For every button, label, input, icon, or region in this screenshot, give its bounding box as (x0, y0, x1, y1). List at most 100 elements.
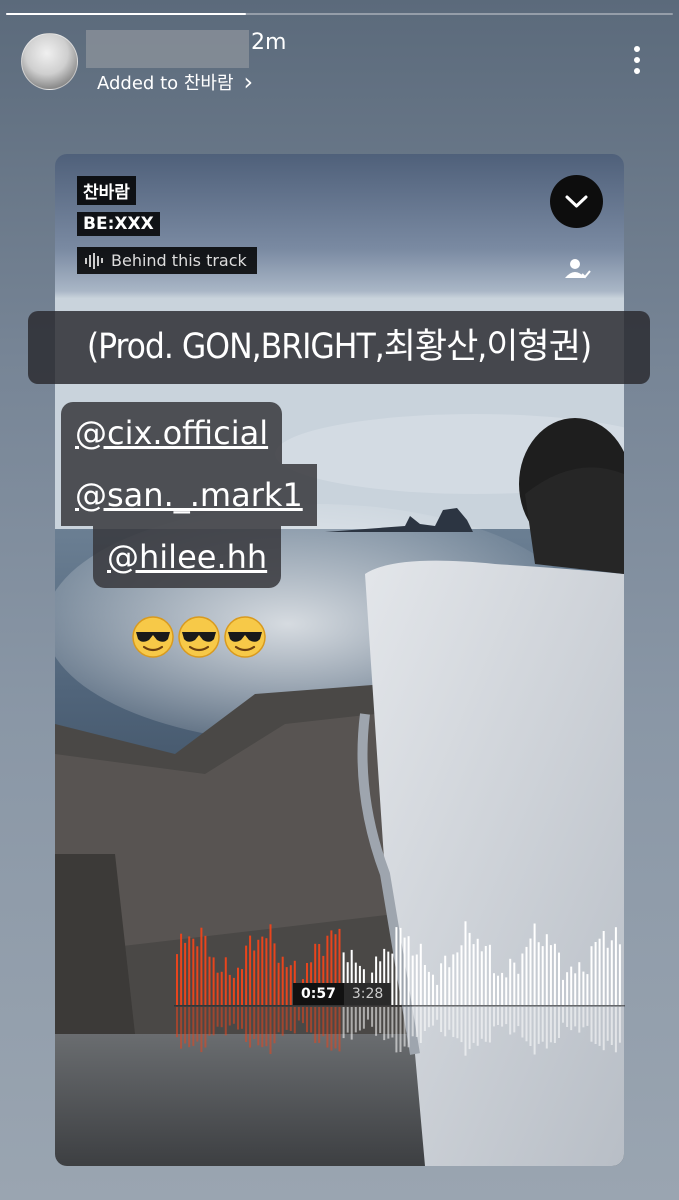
waveform-bar (456, 952, 459, 1005)
waveform-reflection-bar (529, 1007, 532, 1046)
more-options-icon[interactable] (633, 46, 641, 76)
waveform-bar (606, 947, 609, 1005)
waveform-bar (549, 945, 552, 1005)
waveform-reflection-bar (541, 1007, 544, 1042)
waveform-reflection-bar (281, 1007, 284, 1036)
behind-this-track-button[interactable]: Behind this track (77, 247, 257, 274)
person-check-icon[interactable] (565, 256, 591, 282)
waveform-reflection-bar (448, 1007, 451, 1030)
waveform-reflection-bar (346, 1007, 349, 1033)
waveform-reflection-bar (310, 1007, 313, 1033)
waveform-reflection-bar (456, 1007, 459, 1039)
waveform-reflection-bar (289, 1007, 292, 1031)
mention-tag-cix[interactable]: @cix.official (61, 402, 283, 464)
story-progress-fill (6, 13, 247, 15)
waveform-bar (614, 927, 617, 1005)
waveform-reflection-bar (285, 1007, 288, 1030)
emoji-sticker-row[interactable] (131, 615, 267, 659)
waveform-bar (415, 954, 418, 1005)
waveform-bar (432, 974, 434, 1005)
waveform-bar (497, 975, 499, 1005)
audio-wave-icon (85, 252, 103, 269)
waveform-reflection-bar (253, 1007, 256, 1040)
waveform-reflection-bar (334, 1007, 337, 1049)
waveform-bar (200, 927, 203, 1005)
waveform-reflection-bar (452, 1007, 455, 1037)
collapse-button[interactable] (550, 175, 603, 228)
waveform-reflection-bar (371, 1007, 374, 1027)
waveform-bar (509, 958, 512, 1005)
waveform-bar (232, 977, 235, 1005)
waveform-reflection-bar (419, 1007, 422, 1043)
waveform-bar (578, 962, 581, 1005)
waveform-reflection-bar (493, 1007, 495, 1027)
waveform-reflection-bar (314, 1007, 317, 1043)
waveform-bar (269, 924, 272, 1005)
waveform-bar (525, 946, 528, 1005)
waveform-reflection-bar (574, 1007, 577, 1027)
waveform-reflection-bar (383, 1007, 386, 1041)
waveform-reflection-bar (387, 1007, 390, 1039)
mention-tag-san[interactable]: @san._.mark1 (61, 464, 317, 526)
waveform-reflection-bar (407, 1007, 410, 1048)
waveform-reflection-bar (509, 1007, 512, 1035)
waveform-bar (257, 939, 260, 1005)
waveform-bar (419, 943, 422, 1005)
total-time: 3:28 (343, 983, 392, 1005)
waveform-reflection-bar (566, 1007, 569, 1027)
waveform-bar (265, 938, 268, 1005)
story-progress-bar (6, 13, 673, 15)
waveform-reflection-bar (188, 1007, 191, 1048)
waveform-reflection-bar (241, 1007, 243, 1029)
waveform-bar (594, 942, 597, 1005)
waveform-reflection-bar (338, 1007, 341, 1052)
waveform-reflection-bar (464, 1007, 467, 1056)
waveform-bar (411, 955, 414, 1005)
waveform-reflection-bar (354, 1007, 357, 1033)
waveform-reflection-bar (237, 1007, 239, 1030)
username-redacted[interactable] (86, 30, 249, 68)
waveform-bar (541, 946, 544, 1005)
behind-this-track-label: Behind this track (111, 251, 247, 270)
waveform-bar (407, 936, 410, 1005)
waveform-bar (521, 953, 524, 1005)
waveform-bar (610, 940, 613, 1005)
waveform-bar (261, 936, 264, 1005)
waveform-bar (192, 938, 195, 1005)
avatar[interactable] (21, 33, 78, 90)
waveform-bar (277, 962, 280, 1005)
waveform-bar (237, 967, 239, 1005)
waveform-reflection-bar (505, 1007, 508, 1025)
waveform-reflection-bar (362, 1007, 365, 1029)
producer-caption[interactable]: (Prod. GON,BRIGHT,최황산,이형권) (28, 311, 650, 384)
waveform-reflection-bar (180, 1007, 183, 1049)
waveform-bar (285, 967, 288, 1005)
waveform-reflection-bar (537, 1007, 540, 1044)
waveform-reflection-bar (594, 1007, 597, 1044)
mention-tag-hilee[interactable]: @hilee.hh (93, 526, 282, 588)
waveform-bar (220, 971, 223, 1005)
artist-label[interactable]: BE:XXX (77, 212, 160, 236)
audio-waveform[interactable] (174, 917, 625, 1060)
playback-times: 0:57 3:28 (293, 983, 392, 1005)
waveform-reflection-bar (513, 1007, 516, 1033)
waveform-bar (562, 979, 564, 1005)
waveform-bar (212, 957, 215, 1005)
sunglasses-face-icon (178, 616, 220, 658)
waveform-bar (448, 967, 451, 1005)
waveform-reflection-bar (257, 1007, 260, 1046)
waveform-bar (440, 963, 443, 1005)
waveform-reflection-bar (553, 1007, 556, 1043)
waveform-reflection-bar (423, 1007, 426, 1031)
added-to-link[interactable]: Added to 찬바람 › (97, 69, 253, 95)
waveform-reflection-bar (261, 1007, 264, 1048)
waveform-bar (468, 932, 471, 1005)
waveform-bar (464, 921, 467, 1005)
waveform-bar (476, 938, 479, 1005)
waveform-baseline (174, 1005, 625, 1007)
waveform-reflection-bar (614, 1007, 617, 1053)
waveform-bar (460, 945, 463, 1005)
sunglasses-face-icon (132, 616, 174, 658)
waveform-reflection-bar (224, 1007, 227, 1036)
waveform-bar (184, 942, 187, 1005)
